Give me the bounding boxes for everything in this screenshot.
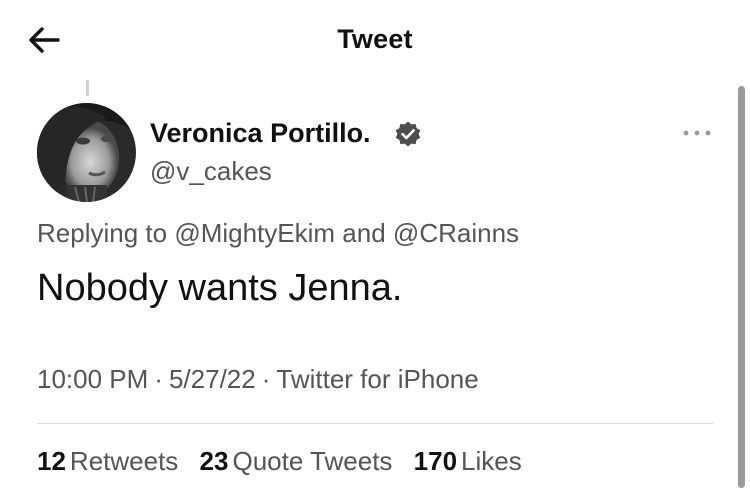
tweet-time[interactable]: 10:00 PM bbox=[37, 364, 148, 394]
more-horizontal-icon bbox=[683, 130, 711, 136]
retweets-label: Retweets bbox=[69, 446, 179, 476]
quote-tweets-label: Quote Tweets bbox=[232, 446, 393, 476]
mention-link[interactable]: @CRainns bbox=[393, 218, 519, 248]
author-display-name[interactable]: Veronica Portillo. bbox=[150, 118, 371, 149]
likes-label: Likes bbox=[461, 446, 522, 476]
replying-to-line: Replying to @MightyEkim and @CRainns bbox=[37, 218, 519, 249]
more-options-button[interactable] bbox=[680, 125, 716, 141]
tweet-detail-page: Tweet Veronica Portillo. @v_cakes Replyi… bbox=[0, 0, 750, 488]
thread-connector-line bbox=[86, 80, 89, 96]
tweet-source[interactable]: Twitter for iPhone bbox=[276, 364, 478, 394]
tweet-stats: 12 Retweets 23 Quote Tweets 170 Likes bbox=[37, 446, 536, 477]
meta-separator: · bbox=[261, 364, 271, 394]
meta-separator: · bbox=[154, 364, 163, 394]
likes-count: 170 bbox=[413, 446, 458, 476]
scrollbar[interactable] bbox=[738, 86, 745, 488]
retweets-count: 12 bbox=[37, 446, 66, 476]
author-handle[interactable]: @v_cakes bbox=[150, 156, 272, 187]
page-title: Tweet bbox=[337, 24, 413, 54]
profile-photo bbox=[37, 103, 136, 202]
replying-to-conjunction: and bbox=[342, 218, 386, 248]
retweets-stat[interactable]: 12 Retweets bbox=[37, 446, 178, 476]
avatar[interactable] bbox=[37, 103, 136, 202]
likes-stat[interactable]: 170 Likes bbox=[414, 446, 522, 476]
tweet-text: Nobody wants Jenna. bbox=[37, 267, 403, 309]
quote-tweets-stat[interactable]: 23 Quote Tweets bbox=[200, 446, 393, 476]
tweet-metadata: 10:00 PM · 5/27/22 · Twitter for iPhone bbox=[37, 364, 479, 395]
verified-badge-icon bbox=[394, 120, 422, 148]
mention-link[interactable]: @MightyEkim bbox=[174, 218, 335, 248]
tweet-date[interactable]: 5/27/22 bbox=[169, 364, 256, 394]
header: Tweet bbox=[0, 0, 750, 84]
quote-tweets-count: 23 bbox=[199, 446, 229, 476]
divider bbox=[37, 423, 713, 424]
replying-to-label: Replying to bbox=[37, 218, 168, 248]
